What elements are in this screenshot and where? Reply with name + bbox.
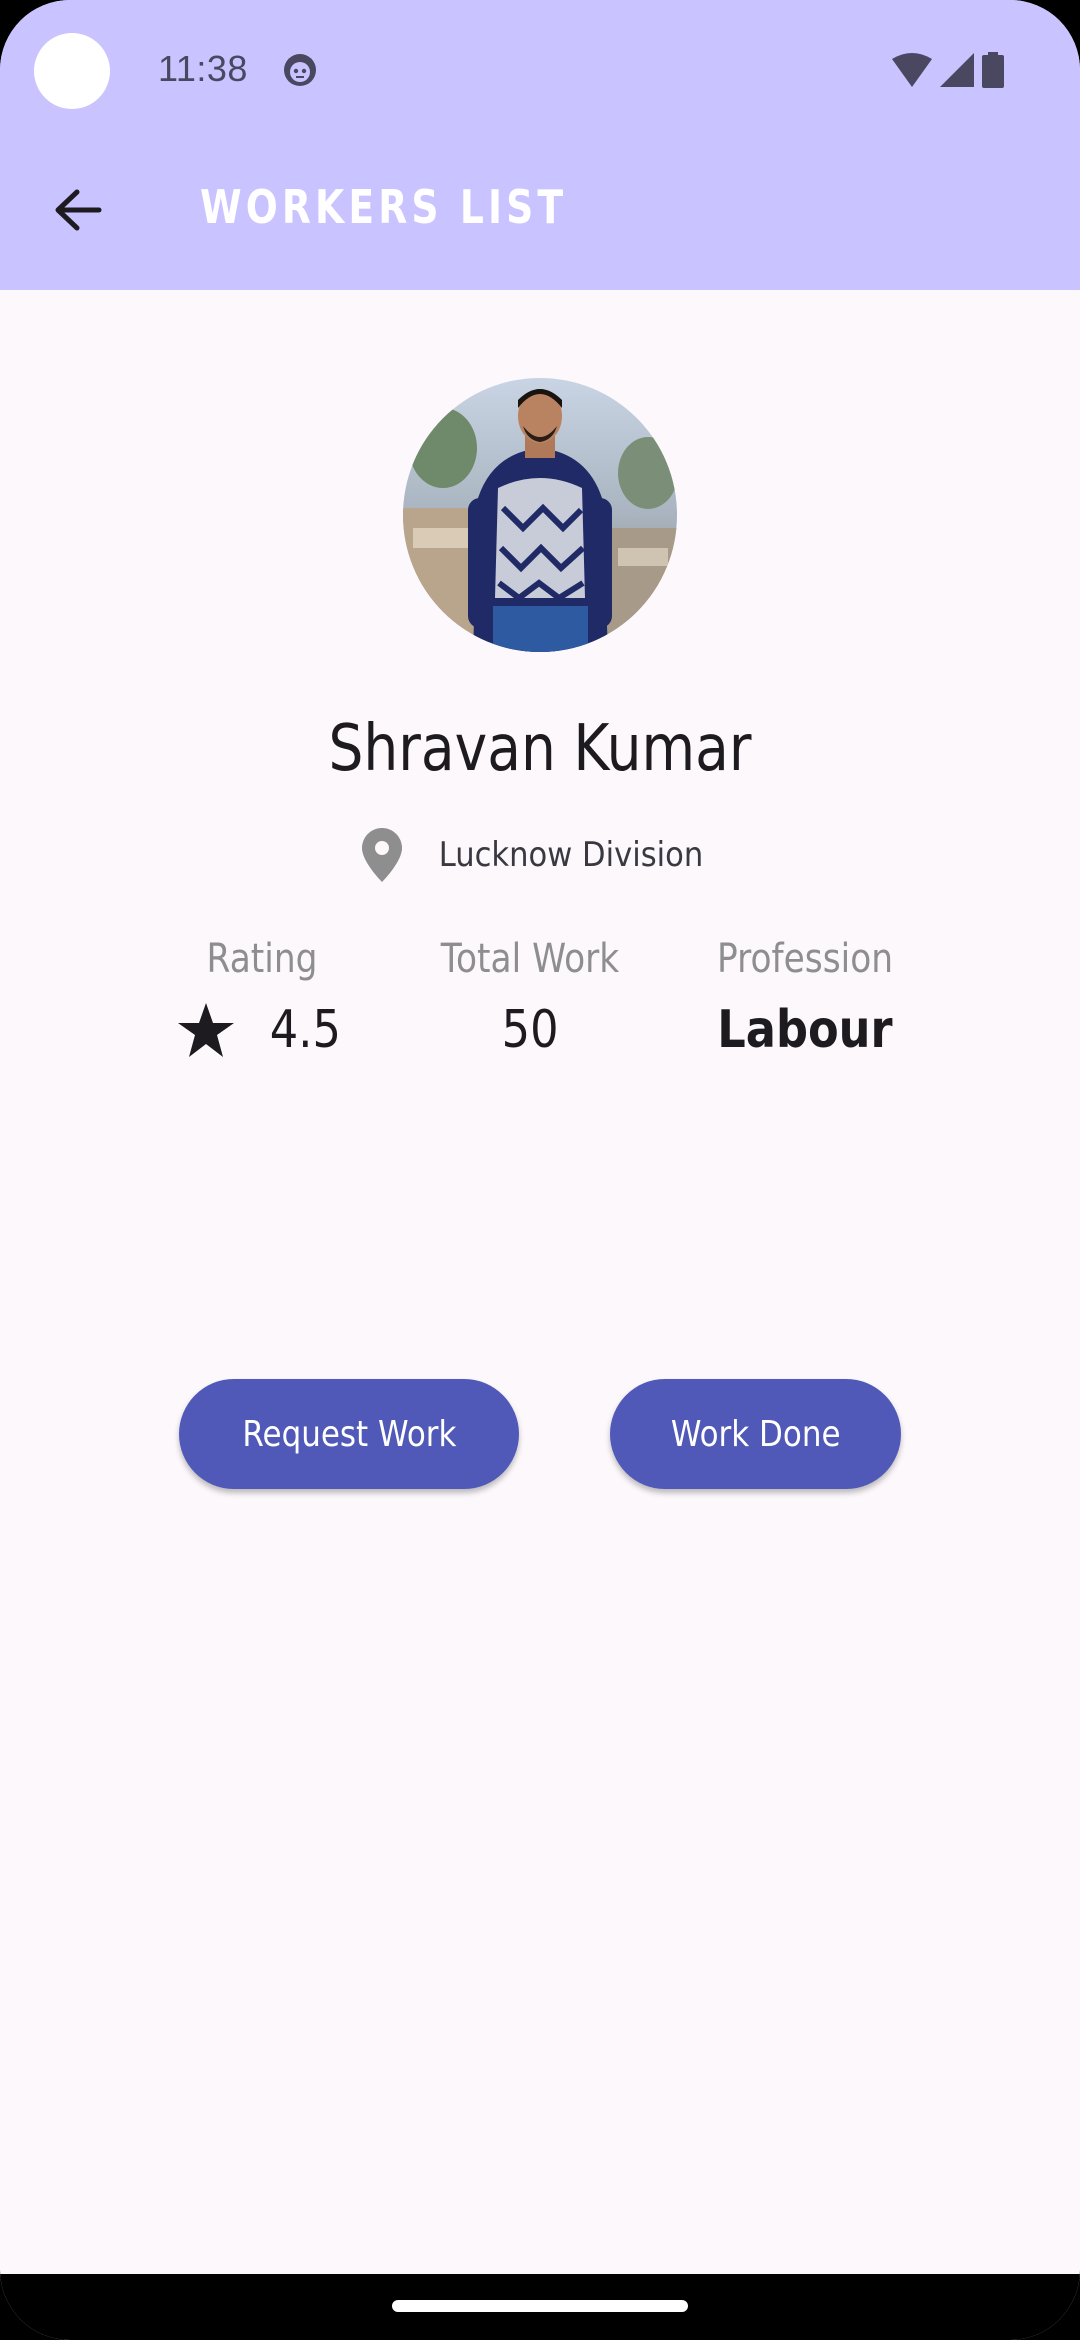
cell-signal-icon: [940, 53, 974, 87]
home-gesture-handle[interactable]: [392, 2300, 688, 2312]
wifi-icon: [892, 53, 932, 87]
notification-face-icon: [284, 54, 316, 86]
total-work-value-row: 50: [410, 1000, 650, 1060]
status-time: 11:38: [158, 48, 248, 89]
status-icons: [892, 52, 1004, 88]
arrow-back-icon: [55, 189, 102, 231]
avatar: [403, 378, 677, 652]
rating-value: 4.5: [269, 1000, 341, 1060]
worker-photo: [403, 378, 677, 652]
total-work-label: Total Work: [440, 936, 620, 982]
toolbar: WORKERS LIST: [0, 142, 1080, 290]
work-done-label: Work Done: [670, 1413, 841, 1455]
total-work-value: 50: [501, 1000, 559, 1060]
camera-cutout: [34, 33, 110, 109]
profession-label: Profession: [716, 936, 894, 982]
back-button[interactable]: [38, 170, 118, 250]
work-done-button[interactable]: Work Done: [610, 1379, 901, 1489]
stat-profession: Profession Labour: [690, 936, 920, 1060]
rating-value-row: 4.5: [150, 1000, 374, 1060]
screen: 11:38 WORKERS LIST Shravan Kumar Lucknow…: [0, 0, 1080, 2340]
star-icon: [177, 1003, 234, 1057]
location-row: Lucknow Division: [0, 828, 1080, 882]
page-title: WORKERS LIST: [200, 180, 568, 234]
profession-value-row: Labour: [690, 1000, 920, 1060]
location-text: Lucknow Division: [438, 835, 704, 875]
worker-name: Shravan Kumar: [328, 712, 752, 786]
profession-value: Labour: [717, 1000, 893, 1060]
request-work-button[interactable]: Request Work: [179, 1379, 519, 1489]
stat-total-work: Total Work 50: [410, 936, 650, 1060]
request-work-label: Request Work: [241, 1413, 457, 1455]
stat-rating: Rating 4.5: [150, 936, 374, 1060]
navigation-bar: [0, 2274, 1080, 2340]
location-pin-icon: [362, 828, 403, 882]
status-bar: 11:38: [0, 0, 1080, 142]
rating-label: Rating: [206, 936, 318, 982]
battery-icon: [982, 52, 1004, 88]
